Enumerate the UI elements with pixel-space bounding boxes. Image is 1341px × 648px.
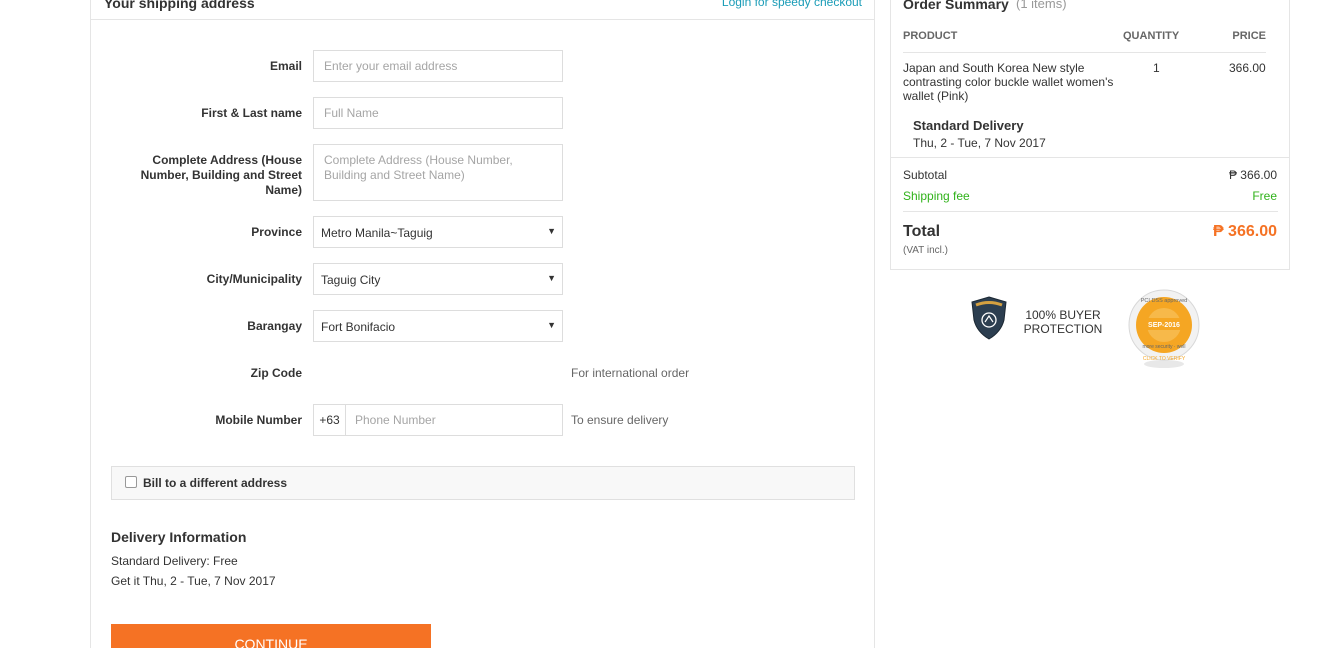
- product-column-header: PRODUCT: [903, 30, 958, 42]
- pci-bottom-text: more security · well: [1142, 344, 1185, 350]
- barangay-label: Barangay: [247, 319, 302, 333]
- shipping-header: Your shipping address Login for speedy c…: [91, 0, 874, 20]
- order-summary-title: Order Summary: [903, 0, 1009, 12]
- price-column-header: PRICE: [1232, 30, 1266, 42]
- address-label: Complete Address (House Number, Building…: [140, 153, 302, 197]
- bill-different-label[interactable]: Bill to a different address: [143, 476, 287, 490]
- total-label: Total: [903, 223, 941, 240]
- shipping-title: Your shipping address: [104, 0, 255, 11]
- mobile-hint: To ensure delivery: [571, 413, 669, 427]
- email-label: Email: [269, 59, 302, 73]
- total-value: ₱ 366.00: [1212, 223, 1277, 240]
- mobile-label: Mobile Number: [215, 413, 302, 427]
- continue-button[interactable]: CONTINUE: [111, 624, 431, 648]
- summary-table-header: PRODUCT QUANTITY PRICE: [903, 29, 1266, 53]
- city-label: City/Municipality: [206, 272, 302, 286]
- province-value: Metro Manila~Taguig: [321, 226, 433, 240]
- item-quantity: 1: [1153, 61, 1160, 75]
- delivery-info-title: Delivery Information: [111, 529, 247, 545]
- address-input[interactable]: [313, 144, 563, 201]
- shipping-fee-value: Free: [1252, 189, 1277, 203]
- buyer-protection-text: 100% BUYER PROTECTION: [1023, 308, 1103, 336]
- country-code-prefix: +63: [314, 405, 346, 435]
- bill-different-checkbox[interactable]: [125, 476, 137, 488]
- buyer-protection-shield-icon: [970, 296, 1008, 345]
- pci-date-text: SEP-2016: [1148, 322, 1180, 329]
- dropdown-arrow-icon: ▼: [547, 226, 556, 236]
- shipping-address-panel: Your shipping address Login for speedy c…: [90, 0, 875, 648]
- pci-verify-text: CLICK TO VERIFY: [1143, 356, 1186, 362]
- delivery-date-text: Get it Thu, 2 - Tue, 7 Nov 2017: [111, 574, 276, 588]
- mobile-field: +63: [313, 404, 563, 436]
- shipping-fee-label: Shipping fee: [903, 189, 970, 203]
- subtotal-value: ₱ 366.00: [1228, 168, 1277, 182]
- item-count: (1 items): [1016, 0, 1067, 11]
- barangay-select[interactable]: Fort Bonifacio ▼: [313, 310, 563, 342]
- phone-number-input[interactable]: [346, 405, 562, 435]
- speedy-checkout-link[interactable]: Login for speedy checkout: [722, 0, 862, 9]
- barangay-value: Fort Bonifacio: [321, 320, 396, 334]
- zip-hint: For international order: [571, 366, 690, 380]
- dropdown-arrow-icon: ▼: [547, 273, 556, 283]
- pci-dss-badge[interactable]: SEP-2016 PCI DSS approved more security …: [1127, 288, 1201, 375]
- vat-note: (VAT incl.): [903, 245, 949, 256]
- city-value: Taguig City: [321, 273, 381, 287]
- order-summary-panel: Order Summary (1 items) PRODUCT QUANTITY…: [890, 0, 1290, 270]
- full-name-input[interactable]: [313, 97, 563, 129]
- province-label: Province: [251, 225, 302, 239]
- quantity-column-header: QUANTITY: [1123, 30, 1180, 42]
- subtotal-label: Subtotal: [903, 168, 948, 182]
- item-name: Japan and South Korea New style contrast…: [903, 61, 1114, 103]
- item-price: 366.00: [1229, 61, 1266, 75]
- total-divider: [903, 211, 1278, 212]
- pci-top-text: PCI DSS approved: [1141, 298, 1187, 304]
- summary-divider: [891, 157, 1289, 158]
- zip-label: Zip Code: [250, 366, 302, 380]
- email-input[interactable]: [313, 50, 563, 82]
- city-select[interactable]: Taguig City ▼: [313, 263, 563, 295]
- bill-different-address-box[interactable]: Bill to a different address: [111, 466, 855, 500]
- province-select[interactable]: Metro Manila~Taguig ▼: [313, 216, 563, 248]
- delivery-method-text: Standard Delivery: Free: [111, 554, 238, 568]
- shipping-method-title: Standard Delivery: [913, 118, 1024, 133]
- dropdown-arrow-icon: ▼: [547, 320, 556, 330]
- name-label: First & Last name: [201, 106, 302, 120]
- shipping-method-date: Thu, 2 - Tue, 7 Nov 2017: [913, 136, 1046, 150]
